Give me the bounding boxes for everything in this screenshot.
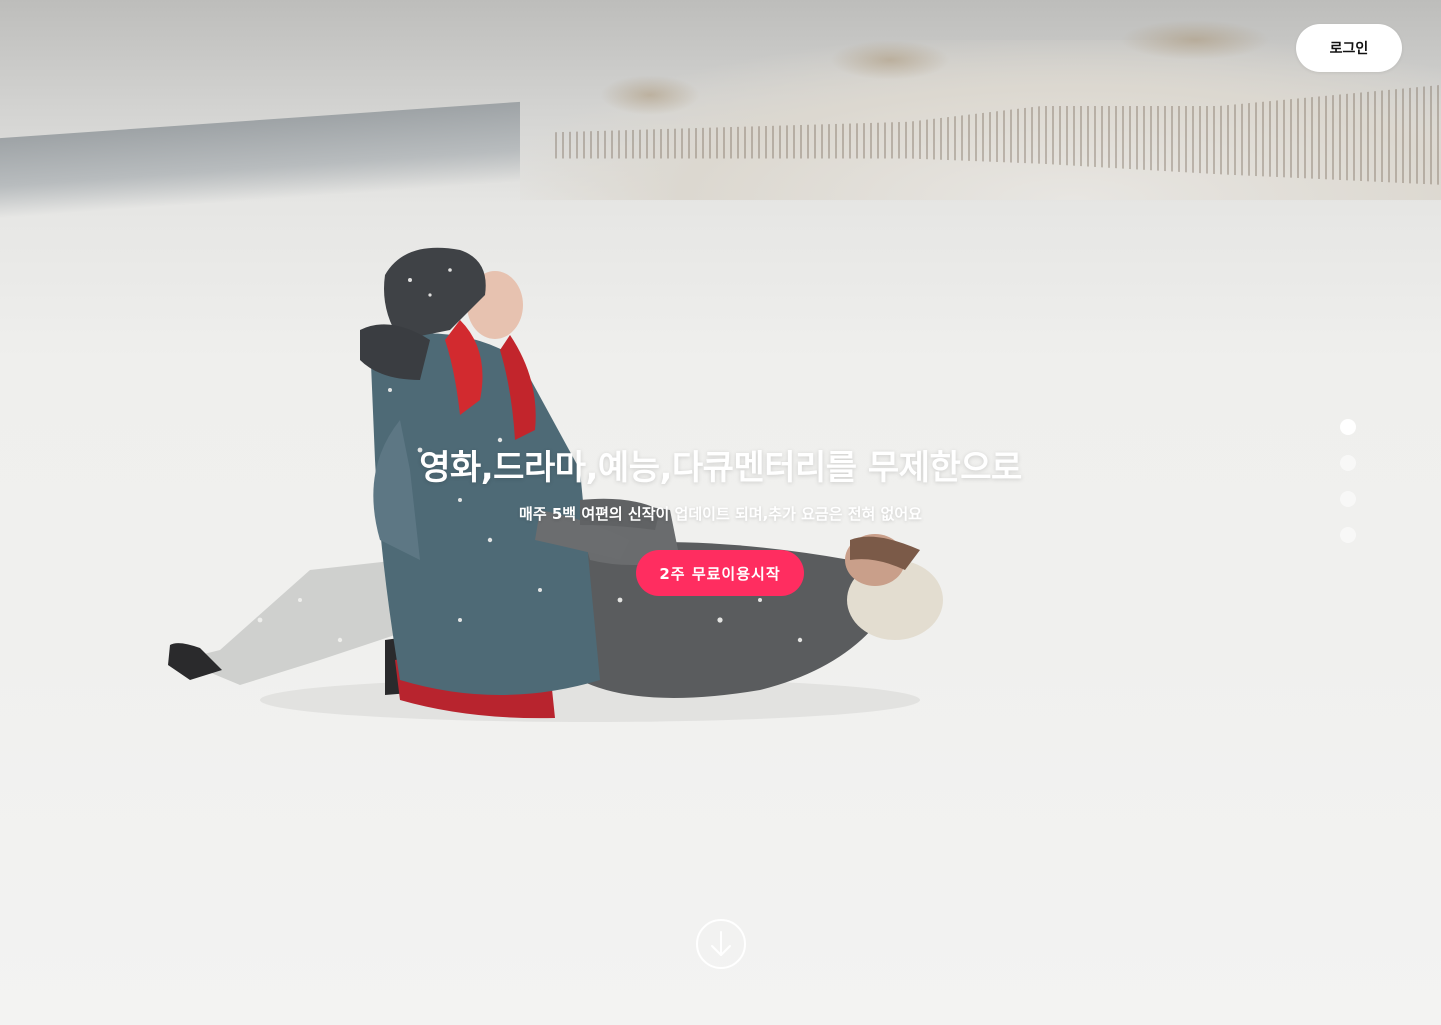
hero-subheadline: 매주 5백 여편의 신작이 업데이트 되며,추가 요금은 전혀 없어요 bbox=[519, 505, 922, 523]
login-button[interactable]: 로그인 bbox=[1296, 24, 1402, 72]
couple-in-snow-image bbox=[168, 247, 943, 722]
background-sea bbox=[0, 101, 520, 219]
scroll-down-button[interactable] bbox=[695, 918, 747, 970]
slide-pagination bbox=[1340, 419, 1357, 563]
arrow-down-circle-icon bbox=[696, 919, 746, 969]
background-grass bbox=[1120, 20, 1270, 60]
pagination-dot-1[interactable] bbox=[1340, 419, 1356, 435]
pagination-dot-2[interactable] bbox=[1340, 455, 1356, 471]
free-trial-button[interactable]: 2주 무료이용시작 bbox=[636, 550, 804, 596]
pagination-dot-3[interactable] bbox=[1340, 491, 1356, 507]
background-grass bbox=[830, 40, 950, 80]
background-grass bbox=[600, 75, 700, 115]
hero-headline: 영화,드라마,예능,다큐멘터리를 무제한으로 bbox=[419, 448, 1022, 488]
pagination-dot-4[interactable] bbox=[1340, 527, 1356, 543]
hero-section: 로그인 영화,드라마,예능,다큐멘터리를 무제한으로 매주 5백 여편의 신작이… bbox=[0, 0, 1441, 1025]
